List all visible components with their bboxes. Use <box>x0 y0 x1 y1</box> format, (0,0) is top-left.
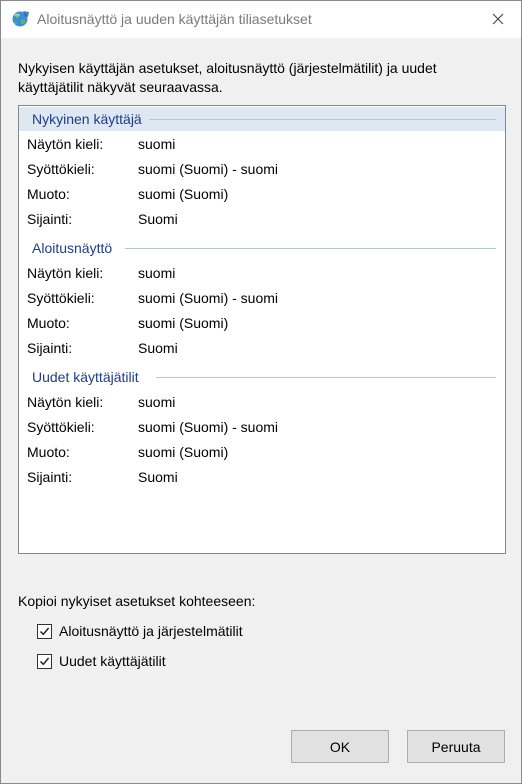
checkmark-icon <box>39 657 50 665</box>
ok-button[interactable]: OK <box>291 730 389 763</box>
group-title: Nykyinen käyttäjä <box>32 111 142 127</box>
close-button[interactable] <box>475 1 521 38</box>
divider <box>149 119 496 120</box>
checkbox-label[interactable]: Uudet käyttäjätilit <box>59 653 166 669</box>
setting-label: Muoto: <box>27 315 70 331</box>
divider <box>156 377 496 378</box>
list-item: Näytön kieli: suomi <box>27 136 497 156</box>
intro-text: Nykyisen käyttäjän asetukset, aloitusnäy… <box>18 60 437 95</box>
list-item: Muoto: suomi (Suomi) <box>27 444 497 464</box>
list-item: Syöttökieli: suomi (Suomi) - suomi <box>27 290 497 310</box>
window-title: Aloitusnäyttö ja uuden käyttäjän tiliase… <box>37 11 312 27</box>
list-item: Syöttökieli: suomi (Suomi) - suomi <box>27 161 497 181</box>
checkmark-icon <box>39 627 50 635</box>
setting-value: suomi (Suomi) - suomi <box>138 419 279 435</box>
setting-value: suomi (Suomi) <box>138 186 229 202</box>
setting-value: suomi (Suomi) <box>138 315 229 331</box>
setting-label: Muoto: <box>27 186 70 202</box>
setting-label: Muoto: <box>27 444 70 460</box>
setting-value: suomi (Suomi) <box>138 444 229 460</box>
setting-value: Suomi <box>138 469 178 485</box>
list-item: Muoto: suomi (Suomi) <box>27 186 497 206</box>
close-icon <box>492 12 504 28</box>
divider <box>125 248 496 249</box>
group-title: Uudet käyttäjätilit <box>32 369 139 385</box>
group-header-current-user[interactable]: Nykyinen käyttäjä <box>19 107 505 131</box>
checkbox-new-user-accounts[interactable]: Uudet käyttäjätilit <box>37 651 166 671</box>
setting-label: Syöttökieli: <box>27 161 95 177</box>
dialog-window: Aloitusnäyttö ja uuden käyttäjän tiliase… <box>0 0 522 784</box>
setting-label: Sijainti: <box>27 211 73 227</box>
setting-value: suomi <box>138 136 176 152</box>
group-header-new-accounts[interactable]: Uudet käyttäjätilit <box>19 365 505 389</box>
setting-label: Näytön kieli: <box>27 394 104 410</box>
copy-settings-label: Kopioi nykyiset asetukset kohteeseen: <box>18 593 256 609</box>
setting-label: Syöttökieli: <box>27 419 95 435</box>
setting-label: Sijainti: <box>27 340 73 356</box>
list-item: Sijainti: Suomi <box>27 469 497 489</box>
checkbox[interactable] <box>37 653 52 669</box>
list-item: Sijainti: Suomi <box>27 340 497 360</box>
setting-label: Sijainti: <box>27 469 73 485</box>
list-item: Syöttökieli: suomi (Suomi) - suomi <box>27 419 497 439</box>
setting-value: suomi (Suomi) - suomi <box>138 290 279 306</box>
list-item: Näytön kieli: suomi <box>27 394 497 414</box>
setting-value: suomi (Suomi) - suomi <box>138 161 279 177</box>
group-title: Aloitusnäyttö <box>32 240 113 256</box>
setting-value: Suomi <box>138 211 178 227</box>
globe-icon <box>11 9 31 29</box>
setting-label: Näytön kieli: <box>27 136 104 152</box>
list-item: Näytön kieli: suomi <box>27 265 497 285</box>
checkbox-label[interactable]: Aloitusnäyttö ja järjestelmätilit <box>59 623 243 639</box>
list-item: Sijainti: Suomi <box>27 211 497 231</box>
list-item: Muoto: suomi (Suomi) <box>27 315 497 335</box>
checkbox-welcome-system-accounts[interactable]: Aloitusnäyttö ja järjestelmätilit <box>37 621 243 641</box>
cancel-button[interactable]: Peruuta <box>407 730 505 763</box>
group-header-welcome-screen[interactable]: Aloitusnäyttö <box>19 236 505 260</box>
setting-value: suomi <box>138 265 176 281</box>
setting-label: Syöttökieli: <box>27 290 95 306</box>
checkbox[interactable] <box>37 623 52 639</box>
settings-list-panel[interactable]: Nykyinen käyttäjä Näytön kieli: suomi Sy… <box>18 105 506 554</box>
setting-label: Näytön kieli: <box>27 265 104 281</box>
setting-value: suomi <box>138 394 176 410</box>
setting-value: Suomi <box>138 340 178 356</box>
title-bar: Aloitusnäyttö ja uuden käyttäjän tiliase… <box>1 1 521 38</box>
